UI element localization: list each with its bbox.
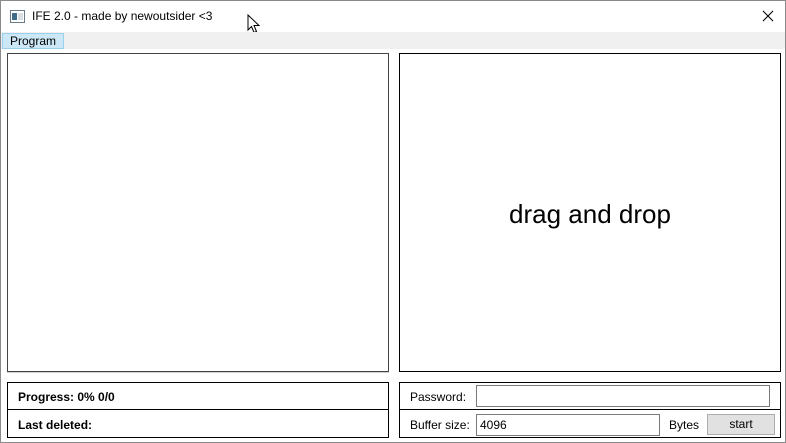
last-deleted-text: Last deleted: (18, 418, 93, 432)
window-title: IFE 2.0 - made by newoutsider <3 (32, 9, 213, 23)
status-divider (8, 409, 388, 410)
drop-area-text: drag and drop (509, 199, 671, 229)
buffer-size-input[interactable]: 4096 (476, 414, 660, 436)
start-button[interactable]: start (707, 414, 775, 435)
app-window: IFE 2.0 - made by newoutsider <3 Program… (0, 0, 786, 443)
buffer-size-label: Buffer size: (410, 418, 470, 432)
menu-item-program[interactable]: Program (2, 33, 65, 49)
options-divider (400, 409, 780, 410)
menu-bar: Program (1, 32, 785, 49)
title-bar[interactable]: IFE 2.0 - made by newoutsider <3 (1, 1, 785, 32)
password-field[interactable] (476, 385, 770, 407)
file-list-panel[interactable] (7, 53, 389, 373)
progress-text: Progress: 0% 0/0 (18, 390, 115, 404)
close-icon (762, 10, 774, 22)
password-label: Password: (410, 390, 467, 404)
status-panel: Progress: 0% 0/0 Last deleted: (7, 382, 389, 438)
bytes-label: Bytes (669, 418, 700, 432)
close-button[interactable] (751, 1, 785, 31)
mouse-cursor-icon (247, 14, 261, 34)
options-panel: Password: Buffer size: 4096 Bytes start (399, 382, 781, 438)
window-app-icon (10, 10, 25, 23)
drop-area[interactable]: drag and drop (399, 53, 781, 372)
